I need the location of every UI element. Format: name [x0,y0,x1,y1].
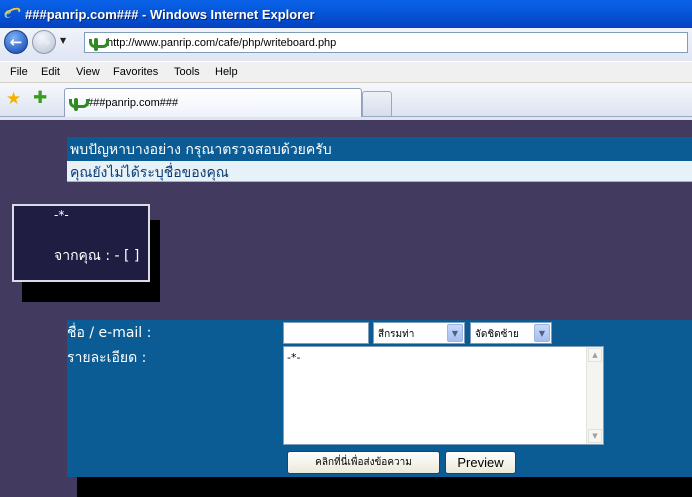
menu-bar: File Edit View Favorites Tools Help [0,61,692,83]
url-text: http://www.panrip.com/cafe/php/writeboar… [107,36,337,49]
alert-message: คุณยังไม่ได้ระบุชื่อของคุณ [67,161,692,182]
window-title: ###panrip.com### - Windows Internet Expl… [25,6,315,22]
url-field[interactable]: http://www.panrip.com/cafe/php/writeboar… [84,32,688,53]
menu-favorites[interactable]: Favorites [113,66,158,78]
forward-button[interactable]: → [32,30,56,54]
forward-arrow-icon: → [37,33,51,51]
chevron-down-icon: ▼ [447,324,463,342]
menu-help[interactable]: Help [215,66,238,78]
menu-view[interactable]: View [76,66,100,78]
textarea-scrollbar[interactable]: ▲ ▼ [586,347,603,444]
submit-button[interactable]: คลิกที่นี่เพื่อส่งข้อความ [287,451,440,474]
color-select[interactable]: สีกรมท่า ▼ [373,322,465,344]
preview-message: -*- [54,208,69,222]
align-select-value: จัดชิดซ้าย [475,329,519,340]
tab-panrip[interactable]: ###panrip.com### [64,88,362,117]
preview-button[interactable]: Preview [445,451,516,474]
scroll-down-icon[interactable]: ▼ [588,429,602,443]
ie-logo-icon: e [2,3,22,22]
name-label: ชื่อ / e-mail : [67,325,152,341]
address-bar: ← → ▼ http://www.panrip.com/cafe/php/wri… [0,28,692,61]
menu-file[interactable]: File [10,66,28,78]
name-email-input[interactable] [283,322,369,344]
tab-title: ###panrip.com### [87,97,179,109]
history-dropdown-icon[interactable]: ▼ [60,36,66,45]
add-favorite-icon[interactable]: ✚ [33,88,47,108]
scroll-up-icon[interactable]: ▲ [588,348,602,362]
tab-bar: ★ ✚ ###panrip.com### [0,83,692,117]
align-select[interactable]: จัดชิดซ้าย ▼ [470,322,552,344]
back-arrow-icon: ← [9,33,23,51]
detail-label: รายละเอียด : [67,350,147,366]
form-bottom-bar [77,477,692,497]
detail-text: -*- [287,351,301,364]
title-bar: e ###panrip.com### - Windows Internet Ex… [0,0,692,28]
message-preview: -*- จากคุณ : - [ ] [12,204,150,282]
preview-from: จากคุณ : - [ ] [54,248,140,264]
favorites-star-icon[interactable]: ★ [6,89,21,109]
chevron-down-icon: ▼ [534,324,550,342]
panrip-favicon-icon [88,35,109,51]
color-select-value: สีกรมท่า [378,329,415,340]
menu-tools[interactable]: Tools [174,66,200,78]
alert-title: พบปัญหาบางอย่าง กรุณาตรวจสอบด้วยครับ [67,137,692,161]
new-tab-button[interactable] [362,91,392,116]
menu-edit[interactable]: Edit [41,66,60,78]
tab-favicon-icon [68,95,89,111]
back-button[interactable]: ← [4,30,28,54]
detail-textarea[interactable]: -*- ▲ ▼ [283,346,604,445]
